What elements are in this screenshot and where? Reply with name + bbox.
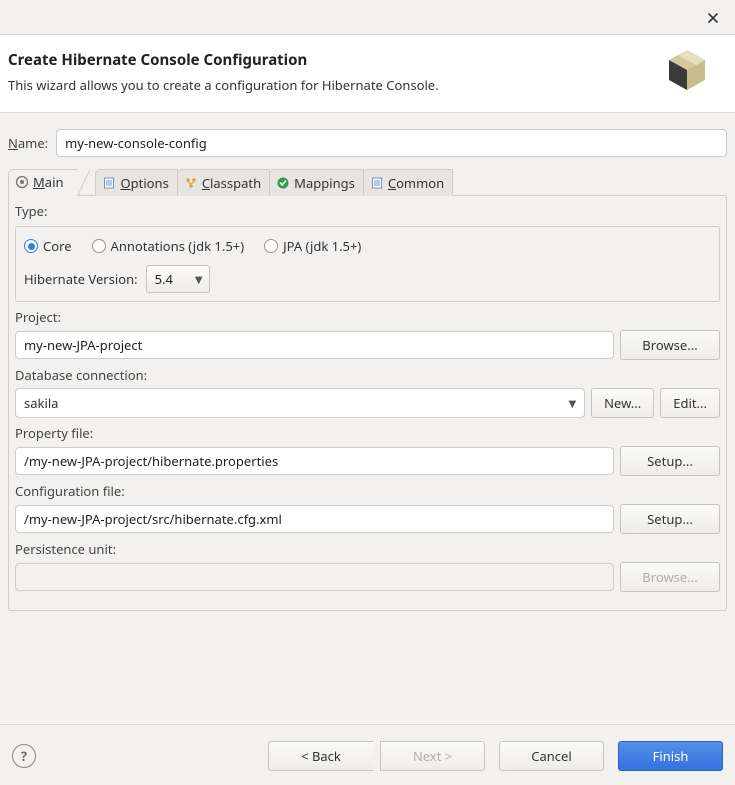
finish-button[interactable]: Finish [618,741,723,771]
prop-file-setup-button[interactable]: Setup... [620,446,720,476]
tab-main[interactable]: Main [8,169,78,196]
cfg-file-label: Configuration file: [15,482,720,500]
project-browse-button[interactable]: Browse... [620,330,720,360]
banner-titles: Create Hibernate Console Configuration T… [8,50,439,94]
page-subtitle: This wizard allows you to create a confi… [8,76,439,94]
prop-file-label: Property file: [15,424,720,442]
tab-panel-main: Type: Core Annotations (jdk 1.5+) JPA (j… [8,195,727,611]
radio-core[interactable]: Core [24,237,72,255]
cube-icon [663,46,711,94]
radio-indicator [264,239,278,253]
tab-options[interactable]: Options [95,169,177,196]
banner: Create Hibernate Console Configuration T… [0,35,735,113]
radio-jpa[interactable]: JPA (jdk 1.5+) [264,237,361,255]
radio-annotations[interactable]: Annotations (jdk 1.5+) [92,237,245,255]
name-input[interactable] [56,129,727,157]
back-button[interactable]: < Back [268,741,373,771]
project-label: Project: [15,308,720,326]
tab-label: Mappings [294,174,355,192]
db-conn-edit-button[interactable]: Edit... [660,388,720,418]
pu-browse-button: Browse... [620,562,720,592]
prop-file-input[interactable] [15,447,614,475]
cfg-file-setup-button[interactable]: Setup... [620,504,720,534]
hibernate-icon [15,175,29,189]
page-title: Create Hibernate Console Configuration [8,50,439,70]
db-conn-value: sakila [24,394,58,412]
next-button: Next > [380,741,485,771]
pu-input [15,563,614,591]
db-conn-row: sakila ▼ New... Edit... [15,388,720,418]
db-conn-select[interactable]: sakila ▼ [15,388,585,418]
name-row: Name: [8,129,727,157]
radio-label: JPA (jdk 1.5+) [283,237,361,255]
sheet-icon [370,176,384,190]
radio-indicator [24,239,38,253]
tab-folder: Main Options Classpath Mappings [8,169,727,611]
radio-indicator [92,239,106,253]
radio-label: Core [43,237,72,255]
mappings-icon [276,176,290,190]
name-label: Name: [8,134,48,152]
tree-icon [184,176,198,190]
cfg-file-row: Setup... [15,504,720,534]
project-row: Browse... [15,330,720,360]
content-area: Name: Main Options Cla [0,113,735,611]
help-icon: ? [21,747,27,765]
close-button[interactable] [703,8,723,28]
tab-label: Classpath [202,174,261,192]
prop-file-row: Setup... [15,446,720,476]
chevron-down-icon: ▼ [195,272,203,286]
chevron-down-icon: ▼ [568,396,576,410]
db-conn-new-button[interactable]: New... [591,388,654,418]
hibernate-version-value: 5.4 [155,270,173,288]
hibernate-version-label: Hibernate Version: [24,270,138,288]
tab-label: Main [33,173,63,191]
db-conn-label: Database connection: [15,366,720,384]
hibernate-version-select[interactable]: 5.4 ▼ [146,265,210,293]
cancel-button[interactable]: Cancel [499,741,604,771]
cfg-file-input[interactable] [15,505,614,533]
pu-row: Browse... [15,562,720,592]
footer: ? < Back Next > Cancel Finish [0,724,735,785]
radio-label: Annotations (jdk 1.5+) [111,237,245,255]
close-icon [707,12,719,24]
tab-label: Options [120,174,168,192]
pu-label: Persistence unit: [15,540,720,558]
tab-strip: Main Options Classpath Mappings [8,169,727,196]
tab-classpath[interactable]: Classpath [177,169,270,196]
sheet-icon [102,176,116,190]
tab-label: Common [388,174,444,192]
tab-mappings[interactable]: Mappings [269,169,364,196]
type-group: Core Annotations (jdk 1.5+) JPA (jdk 1.5… [15,226,720,302]
type-radio-row: Core Annotations (jdk 1.5+) JPA (jdk 1.5… [24,237,711,255]
help-button[interactable]: ? [12,744,36,768]
type-label: Type: [15,202,720,220]
tab-common[interactable]: Common [363,169,453,196]
wizard-logo [663,46,711,98]
project-input[interactable] [15,331,614,359]
title-bar [0,0,735,35]
